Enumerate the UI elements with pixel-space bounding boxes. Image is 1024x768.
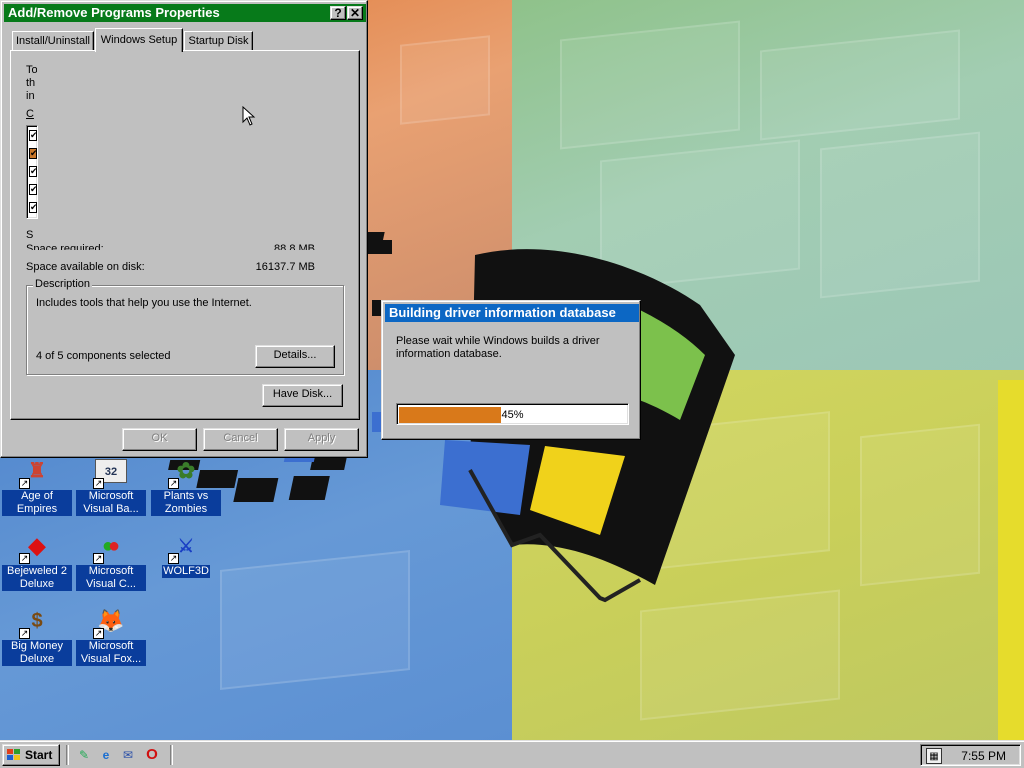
taskbar: Start ✎ e ✉ O ▦ 7:55 PM bbox=[0, 740, 1024, 768]
desktop-icon-label: Age of Empires bbox=[2, 490, 72, 516]
show-desktop-icon[interactable]: ✎ bbox=[76, 747, 92, 763]
components-label: C bbox=[26, 108, 34, 120]
driver-database-dialog: Building driver information database Ple… bbox=[381, 300, 641, 440]
add-remove-programs-window: Add/Remove Programs Properties ? ✕ Insta… bbox=[0, 0, 368, 458]
shortcut-arrow-icon: ↗ bbox=[19, 553, 30, 564]
desktop-icon-plants-vs-zombies[interactable]: ✿ ↗ Plants vs Zombies bbox=[150, 455, 222, 516]
bejeweled-icon: ◆ ↗ bbox=[19, 533, 46, 564]
components-list[interactable]: ✔ ✔ ✔ ✔ ✔ bbox=[26, 125, 38, 219]
windows-setup-panel: To th in C ✔ ✔ ✔ ✔ ✔ S Space required: 8… bbox=[10, 50, 360, 420]
clock[interactable]: 7:55 PM bbox=[961, 745, 1006, 767]
desktop-icon-label: Bejeweled 2 Deluxe bbox=[2, 565, 72, 591]
opera-icon[interactable]: O bbox=[144, 747, 160, 763]
space-required-label: Space required: bbox=[26, 243, 104, 250]
shortcut-arrow-icon: ↗ bbox=[168, 478, 179, 489]
internet-explorer-icon[interactable]: e bbox=[98, 747, 114, 763]
description-group: Description Includes tools that help you… bbox=[26, 278, 344, 375]
intro-text: To bbox=[26, 64, 37, 76]
help-button[interactable]: ? bbox=[330, 6, 346, 20]
component-checkbox[interactable]: ✔ bbox=[29, 130, 38, 141]
tab-install-uninstall[interactable]: Install/Uninstall bbox=[12, 31, 94, 51]
plants-vs-zombies-icon: ✿ ↗ bbox=[168, 458, 196, 489]
desktop-icon-visual-basic[interactable]: 32 ↗ Microsoft Visual Ba... bbox=[75, 455, 147, 516]
components-selected-count: 4 of 5 components selected bbox=[36, 350, 171, 362]
intro-text: in bbox=[26, 90, 35, 102]
desktop-icon-big-money[interactable]: $ ↗ Big Money Deluxe bbox=[1, 605, 73, 666]
space-available-label: Space available on disk: bbox=[26, 261, 145, 273]
age-of-empires-icon: ♜ ↗ bbox=[19, 460, 46, 489]
shortcut-arrow-icon: ↗ bbox=[93, 553, 104, 564]
progress-title: Building driver information database bbox=[389, 305, 616, 320]
desktop-icon-label: Microsoft Visual Ba... bbox=[76, 490, 146, 516]
windows-flag-icon bbox=[7, 749, 21, 761]
visual-foxpro-icon: 🦊 ↗ bbox=[93, 608, 125, 639]
shortcut-arrow-icon: ↗ bbox=[19, 478, 30, 489]
ok-button[interactable]: OK bbox=[122, 428, 197, 451]
have-disk-button[interactable]: Have Disk... bbox=[262, 384, 343, 407]
component-checkbox[interactable]: ✔ bbox=[29, 184, 38, 195]
visual-cpp-icon: ●● ↗ bbox=[93, 535, 121, 564]
apply-button[interactable]: Apply bbox=[284, 428, 359, 451]
shortcut-arrow-icon: ↗ bbox=[168, 553, 179, 564]
system-tray: ▦ 7:55 PM bbox=[920, 744, 1021, 766]
space-available-value: 16137.7 MB bbox=[255, 261, 315, 273]
quick-launch-separator bbox=[170, 745, 173, 765]
close-button[interactable]: ✕ bbox=[347, 6, 363, 20]
start-label: Start bbox=[25, 748, 53, 762]
quick-launch-separator bbox=[66, 745, 69, 765]
desktop-icon-label: Microsoft Visual C... bbox=[76, 565, 146, 591]
component-checkbox[interactable]: ✔ bbox=[29, 202, 38, 213]
progress-message: Please wait while Windows builds a drive… bbox=[396, 335, 600, 360]
tab-startup-disk[interactable]: Startup Disk bbox=[184, 31, 253, 51]
cancel-button[interactable]: Cancel bbox=[203, 428, 278, 451]
tab-windows-setup[interactable]: Windows Setup bbox=[95, 28, 183, 52]
desktop-icon-label: Plants vs Zombies bbox=[151, 490, 221, 516]
component-checkbox[interactable]: ✔ bbox=[29, 166, 38, 177]
visual-basic-icon: 32 ↗ bbox=[93, 455, 127, 489]
mouse-cursor-icon bbox=[242, 106, 256, 126]
big-money-icon: $ ↗ bbox=[19, 610, 43, 639]
desktop-icon-label: Microsoft Visual Fox... bbox=[76, 640, 146, 666]
space-used-label: S bbox=[26, 229, 34, 241]
wolf3d-icon: ⚔ ↗ bbox=[168, 536, 195, 564]
description-text: Includes tools that help you use the Int… bbox=[36, 297, 252, 309]
shortcut-arrow-icon: ↗ bbox=[93, 628, 104, 639]
window-title: Add/Remove Programs Properties bbox=[8, 5, 220, 20]
desktop-icon-visual-foxpro[interactable]: 🦊 ↗ Microsoft Visual Fox... bbox=[75, 605, 147, 666]
details-button[interactable]: Details... bbox=[255, 345, 335, 368]
desktop-icon-label: WOLF3D bbox=[162, 565, 210, 578]
progress-bar: 45% bbox=[396, 403, 629, 425]
add-remove-title-bar[interactable]: Add/Remove Programs Properties ? ✕ bbox=[4, 4, 366, 22]
shortcut-arrow-icon: ↗ bbox=[19, 628, 30, 639]
intro-text: th bbox=[26, 77, 36, 89]
desktop-icon-wolf3d[interactable]: ⚔ ↗ WOLF3D bbox=[150, 530, 222, 578]
desktop-icon-visual-cpp[interactable]: ●● ↗ Microsoft Visual C... bbox=[75, 530, 147, 591]
component-checkbox[interactable]: ✔ bbox=[29, 148, 38, 159]
desktop-icon-age-of-empires[interactable]: ♜ ↗ Age of Empires bbox=[1, 455, 73, 516]
start-button[interactable]: Start bbox=[2, 744, 60, 766]
desktop-icon-bejeweled[interactable]: ◆ ↗ Bejeweled 2 Deluxe bbox=[1, 530, 73, 591]
progress-percent: 45% bbox=[501, 409, 524, 421]
space-required-value: 88.8 MB bbox=[274, 243, 315, 250]
scheduler-icon[interactable]: ▦ bbox=[926, 748, 942, 764]
shortcut-arrow-icon: ↗ bbox=[93, 478, 104, 489]
desktop-icon-label: Big Money Deluxe bbox=[2, 640, 72, 666]
progress-title-bar[interactable]: Building driver information database bbox=[385, 304, 639, 322]
outlook-express-icon[interactable]: ✉ bbox=[120, 747, 136, 763]
description-legend: Description bbox=[33, 278, 93, 290]
